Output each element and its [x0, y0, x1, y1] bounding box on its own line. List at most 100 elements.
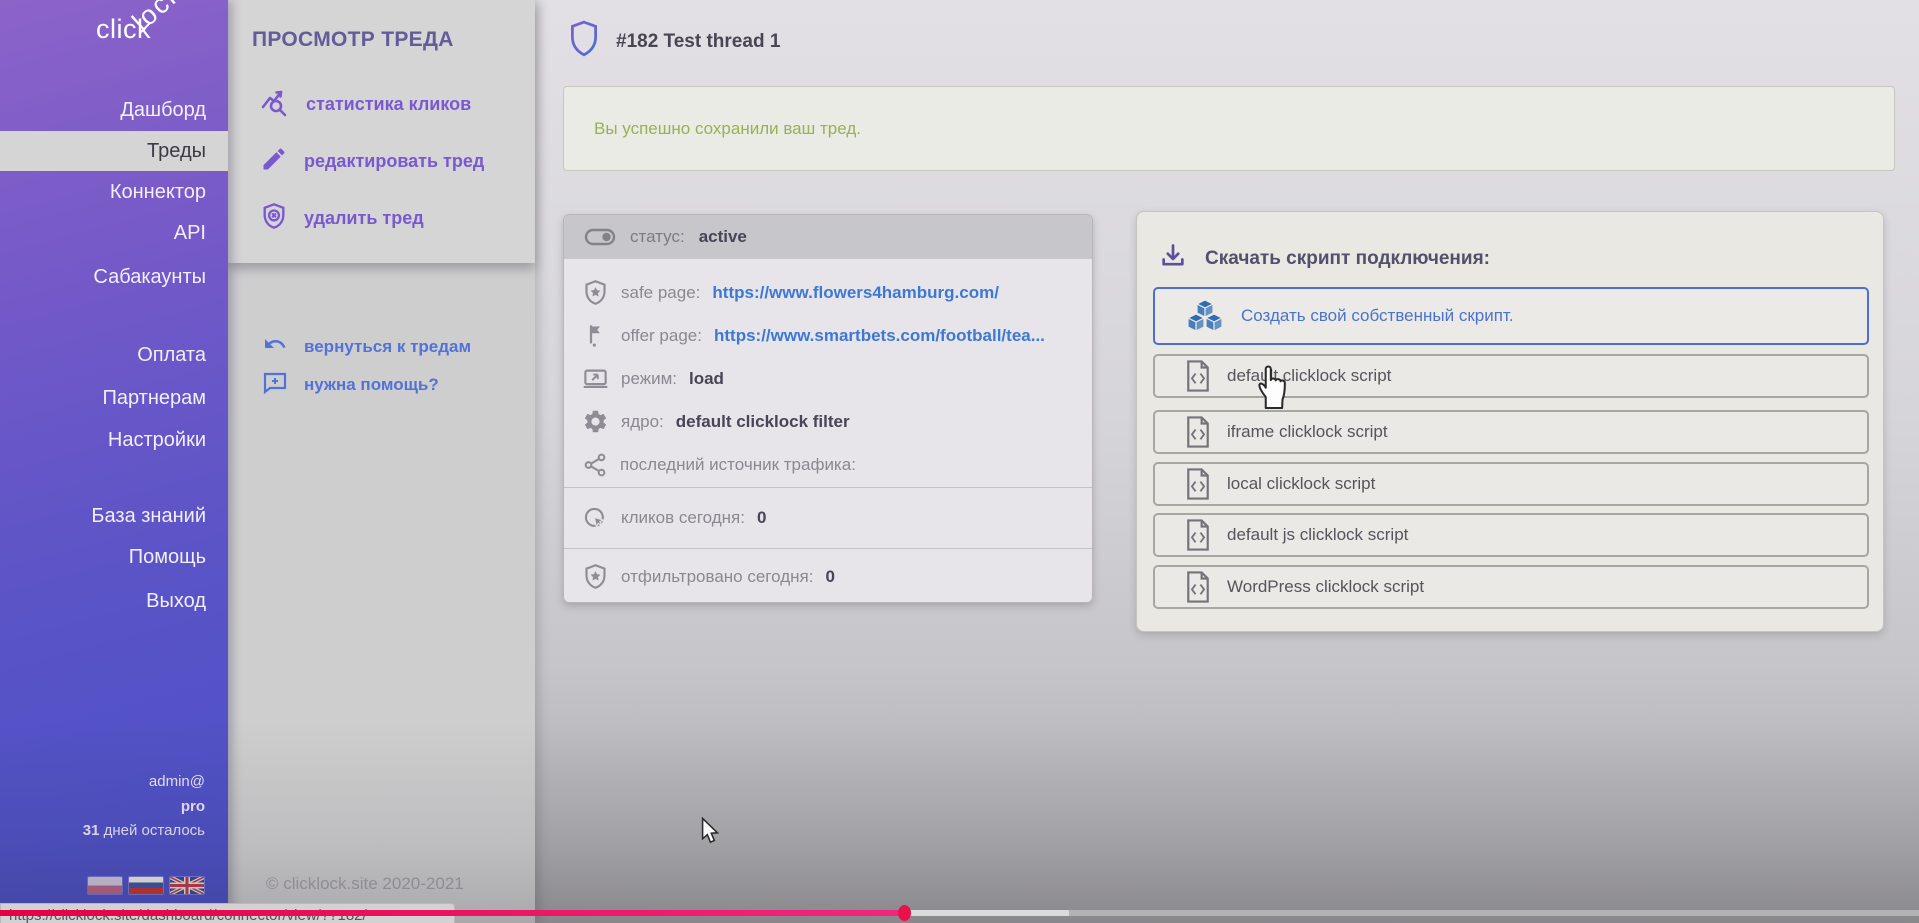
poland-flag-icon[interactable]	[88, 877, 122, 894]
success-alert-text: Вы успешно сохранили ваш тред.	[594, 119, 861, 139]
row-label: отфильтровано сегодня:	[621, 567, 813, 587]
sidebar-item-partners[interactable]: Партнерам	[0, 378, 228, 418]
account-plan: pro	[181, 798, 205, 815]
back-to-threads-link[interactable]: вернуться к тредам	[228, 331, 535, 363]
video-progress-played	[0, 910, 904, 916]
filtered-today-row: отфильтровано сегодня: 0	[564, 549, 1092, 603]
row-label: режим:	[621, 369, 677, 389]
download-panel-title: Скачать скрипт подключения:	[1205, 248, 1490, 270]
script-button-label: WordPress clicklock script	[1227, 577, 1424, 597]
success-alert: Вы успешно сохранили ваш тред.	[563, 86, 1895, 171]
code-file-icon	[1183, 359, 1213, 393]
clicks-today-row: кликов сегодня: 0	[564, 488, 1092, 548]
sidebar: clicklock Дашборд Треды Коннектор API Са…	[0, 0, 228, 923]
russia-flag-icon[interactable]	[129, 877, 163, 894]
sidebar-item-knowledge-base[interactable]: База знаний	[0, 496, 228, 536]
default-js-clicklock-script-button[interactable]: default js clicklock script	[1153, 513, 1869, 557]
script-button-label: iframe clicklock script	[1227, 422, 1388, 442]
click-stats-icon	[260, 87, 290, 122]
shield-x-icon	[260, 202, 288, 235]
account-days-left: 31 дней осталось	[83, 822, 205, 839]
menu-item-edit-thread[interactable]: редактировать тред	[228, 142, 535, 180]
sidebar-item-help[interactable]: Помощь	[0, 537, 228, 577]
pencil-icon	[260, 145, 288, 178]
row-label: safe page:	[621, 283, 700, 303]
create-own-script-button[interactable]: Создать свой собственный скрипт.	[1153, 287, 1869, 345]
menu-item-click-stats[interactable]: статистика кликов	[228, 85, 535, 123]
thread-status-card: статус: active safe page: https://www.fl…	[563, 214, 1093, 603]
toggle-on-icon	[584, 227, 616, 247]
menu-item-label: статистика кликов	[306, 94, 471, 115]
video-playhead[interactable]	[898, 905, 911, 921]
need-help-link[interactable]: нужна помощь?	[228, 369, 535, 401]
status-header: статус: active	[564, 215, 1092, 259]
filtered-today-value: 0	[825, 567, 834, 587]
download-panel-header: Скачать скрипт подключения:	[1159, 240, 1490, 278]
video-progress-track[interactable]	[0, 910, 1919, 916]
iframe-clicklock-script-button[interactable]: iframe clicklock script	[1153, 410, 1869, 454]
share-nodes-icon	[582, 452, 608, 478]
thread-menu-panel: ПРОСМОТР ТРЕДА статистика кликов редакти…	[228, 0, 535, 923]
sidebar-item-dashboard[interactable]: Дашборд	[0, 90, 228, 130]
video-progress-buffered	[904, 910, 1069, 916]
days-left-number: 31	[83, 822, 100, 839]
account-email: admin@	[149, 773, 205, 790]
sidebar-item-logout[interactable]: Выход	[0, 581, 228, 621]
comment-plus-icon	[262, 371, 288, 400]
download-icon	[1159, 242, 1187, 276]
app-window: clicklock Дашборд Треды Коннектор API Са…	[0, 0, 1919, 923]
sidebar-item-payment[interactable]: Оплата	[0, 335, 228, 375]
clicks-today-value: 0	[757, 508, 766, 528]
row-label: ядро:	[621, 412, 664, 432]
status-value: active	[699, 227, 747, 247]
cubes-icon	[1185, 298, 1225, 334]
core-row: ядро: default clicklock filter	[564, 400, 1092, 443]
row-label: offer page:	[621, 326, 702, 346]
screen-share-icon	[582, 365, 609, 392]
wordpress-clicklock-script-button[interactable]: WordPress clicklock script	[1153, 565, 1869, 609]
back-to-threads-label: вернуться к тредам	[304, 337, 471, 357]
script-button-label: local clicklock script	[1227, 474, 1375, 494]
copyright-text: © clicklock.site 2020-2021	[266, 874, 464, 894]
sidebar-item-subaccounts[interactable]: Сабакаунты	[0, 257, 228, 297]
days-left-text: дней осталось	[99, 822, 205, 839]
script-button-label: default clicklock script	[1227, 366, 1391, 386]
code-file-icon	[1183, 518, 1213, 552]
sidebar-item-threads[interactable]: Треды	[0, 131, 228, 171]
uk-flag-icon[interactable]	[170, 877, 204, 894]
sidebar-item-api[interactable]: API	[0, 213, 228, 253]
undo-arrow-icon	[262, 334, 288, 361]
shield-star-icon	[582, 563, 609, 590]
last-traffic-source-row: последний источник трафика:	[564, 443, 1092, 486]
code-file-icon	[1183, 570, 1213, 604]
safe-page-row: safe page: https://www.flowers4hamburg.c…	[564, 271, 1092, 314]
click-cursor-icon	[582, 505, 609, 532]
clicklock-logo[interactable]: clicklock	[96, 14, 207, 45]
local-clicklock-script-button[interactable]: local clicklock script	[1153, 462, 1869, 506]
page-header: #182 Test thread 1	[568, 20, 780, 64]
script-button-label: default js clicklock script	[1227, 525, 1408, 545]
code-file-icon	[1183, 415, 1213, 449]
row-label: последний источник трафика:	[620, 455, 856, 475]
row-label: кликов сегодня:	[621, 508, 745, 528]
download-script-panel: Скачать скрипт подключения: Создать свой…	[1136, 211, 1884, 632]
sidebar-item-settings[interactable]: Настройки	[0, 420, 228, 460]
mode-row: режим: load	[564, 357, 1092, 400]
core-value: default clicklock filter	[676, 412, 850, 432]
thread-menu-title: ПРОСМОТР ТРЕДА	[252, 28, 454, 52]
status-label: статус:	[630, 227, 685, 247]
menu-item-delete-thread[interactable]: удалить тред	[228, 199, 535, 237]
offer-page-link[interactable]: https://www.smartbets.com/football/tea..…	[714, 326, 1045, 346]
offer-page-row: offer page: https://www.smartbets.com/fo…	[564, 314, 1092, 357]
need-help-label: нужна помощь?	[304, 375, 439, 395]
shield-icon	[568, 20, 600, 64]
gear-icon	[582, 408, 609, 435]
page-title: #182 Test thread 1	[616, 31, 780, 53]
default-clicklock-script-button[interactable]: default clicklock script	[1153, 354, 1869, 398]
code-file-icon	[1183, 467, 1213, 501]
safe-page-link[interactable]: https://www.flowers4hamburg.com/	[712, 283, 999, 303]
mode-value: load	[689, 369, 724, 389]
menu-item-label: редактировать тред	[304, 151, 484, 172]
sidebar-item-connector[interactable]: Коннектор	[0, 172, 228, 212]
main-content: #182 Test thread 1 Вы успешно сохранили …	[535, 0, 1919, 923]
